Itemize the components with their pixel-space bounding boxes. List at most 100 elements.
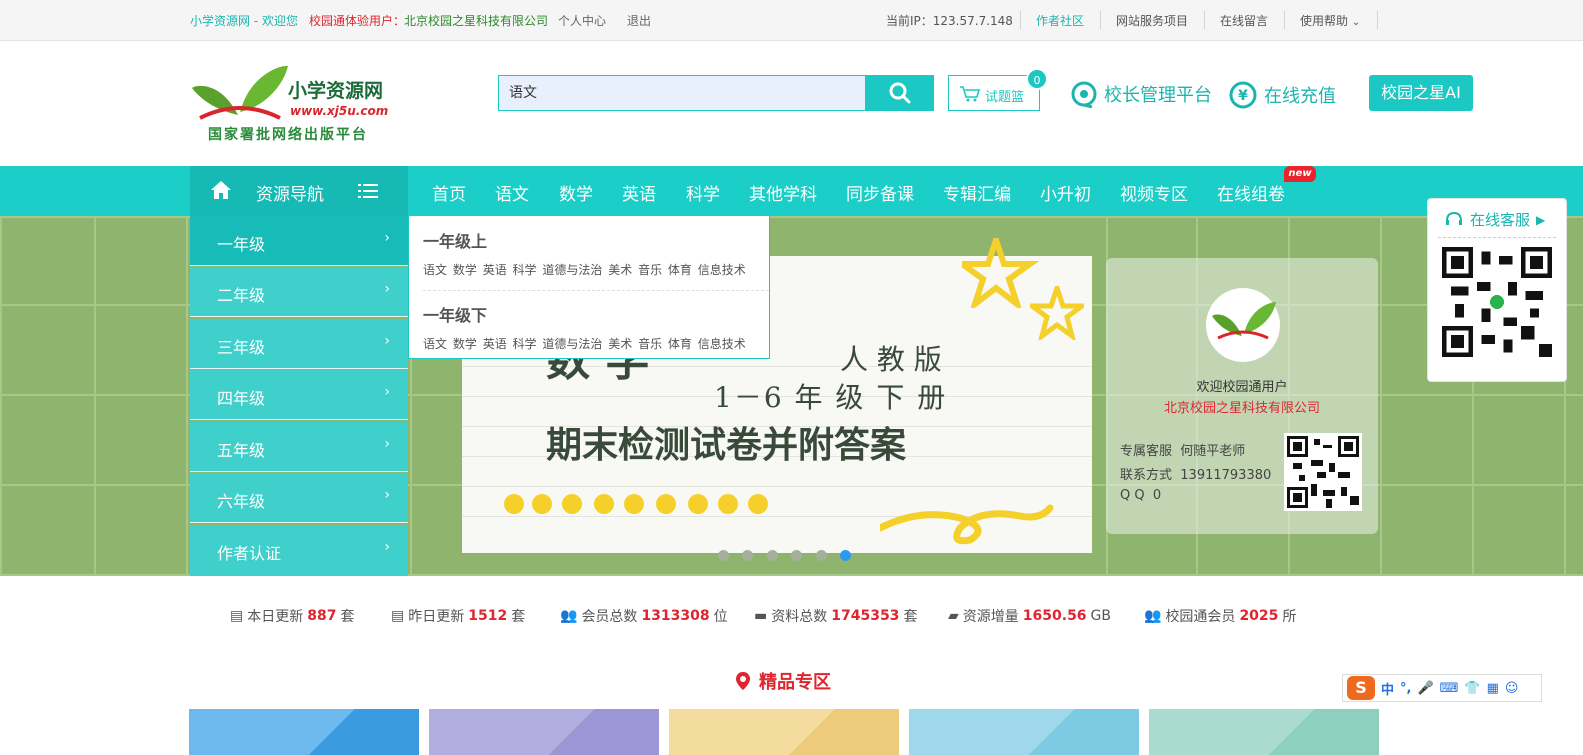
online-message-link[interactable]: 在线留言 (1220, 12, 1268, 29)
keyboard-icon[interactable]: ⌨ (1440, 681, 1459, 696)
carousel-dot-4[interactable] (791, 550, 802, 561)
grade-item-5[interactable]: 五年级 › (190, 422, 408, 472)
stat-resources: ▬ 资料总数 1745353 套 (754, 606, 917, 626)
featured-tile-1[interactable] (189, 709, 419, 755)
calendar-icon: ▤ (391, 608, 405, 624)
author-community-link[interactable]: 作者社区 (1036, 12, 1084, 29)
dropdown-subjects: 语文 数学 英语 科学 道德与法治 美术 音乐 体育 信息技术 (423, 261, 746, 278)
author-cert-item[interactable]: 作者认证 › (190, 525, 408, 576)
featured-tile-4[interactable] (909, 709, 1139, 755)
subject-link[interactable]: 体育 (668, 337, 692, 351)
carousel-dot-5[interactable] (816, 550, 827, 561)
subject-link[interactable]: 科学 (513, 337, 537, 351)
grade-menu: 一年级 › 二年级 › 三年级 › 四年级 › 五年级 › 六年级 › 作者认证 › (190, 216, 408, 576)
grade-item-3[interactable]: 三年级 › (190, 319, 408, 369)
featured-tile-2[interactable] (429, 709, 659, 755)
skin-icon[interactable]: 👕 (1464, 681, 1480, 696)
grade-dropdown: 一年级上 语文 数学 英语 科学 道德与法治 美术 音乐 体育 信息技术 一年级… (408, 216, 770, 359)
carousel-dot-3[interactable] (767, 550, 778, 561)
stat-value: 887 (307, 608, 337, 624)
grade-item-4[interactable]: 四年级 › (190, 370, 408, 420)
subject-link[interactable]: 道德与法治 (542, 263, 602, 277)
search-input[interactable]: 语文 (498, 75, 866, 111)
online-service-panel[interactable]: 在线客服 ▶ (1427, 198, 1567, 382)
headset-icon (1446, 211, 1462, 225)
grade-label: 一年级 (217, 235, 266, 254)
ime-mode[interactable]: 中 (1381, 679, 1394, 698)
grade-item-6[interactable]: 六年级 › (190, 473, 408, 523)
principal-platform-link[interactable]: 校长管理平台 (1070, 80, 1212, 108)
subject-link[interactable]: 美术 (608, 263, 632, 277)
qr-code-icon (1287, 436, 1359, 508)
subject-link[interactable]: 体育 (668, 263, 692, 277)
subject-link[interactable]: 数学 (453, 337, 477, 351)
subject-link[interactable]: 语文 (423, 337, 447, 351)
help-menu[interactable]: 使用帮助 ⌄ (1300, 12, 1360, 29)
chevron-right-icon: › (384, 487, 390, 503)
star-small-decoration (1030, 286, 1084, 340)
carousel-dot-6-active[interactable] (840, 550, 851, 561)
subject-link[interactable]: 数学 (453, 263, 477, 277)
microphone-icon[interactable]: 🎤 (1417, 681, 1433, 696)
users-icon: 👥 (560, 608, 578, 624)
nav-chinese[interactable]: 语文 (495, 180, 529, 205)
featured-tile-5[interactable] (1149, 709, 1379, 755)
mascot-icon[interactable]: ☺ (1505, 681, 1519, 696)
chevron-right-icon: › (384, 230, 390, 246)
subject-link[interactable]: 信息技术 (698, 263, 746, 277)
subject-link[interactable]: 音乐 (638, 337, 662, 351)
carousel-dot-1[interactable] (718, 550, 729, 561)
banner-edition: 人 教 版 (840, 343, 942, 376)
qq-label: Q Q (1120, 488, 1145, 503)
subject-link[interactable]: 英语 (483, 337, 507, 351)
nav-math[interactable]: 数学 (559, 180, 593, 205)
nav-english[interactable]: 英语 (622, 180, 656, 205)
nav-albums[interactable]: 专辑汇编 (943, 180, 1011, 205)
featured-tile-3[interactable] (669, 709, 899, 755)
nav-home[interactable]: 首页 (432, 180, 466, 205)
grade-label: 五年级 (217, 441, 266, 460)
grade-item-2[interactable]: 二年级 › (190, 267, 408, 317)
cart-icon (960, 86, 981, 102)
welcome-org: 北京校园之星科技有限公司 (1163, 401, 1320, 416)
subject-link[interactable]: 道德与法治 (542, 337, 602, 351)
carousel-dot-2[interactable] (742, 550, 753, 561)
nav-sync-prep[interactable]: 同步备课 (846, 180, 914, 205)
punctuation-icon[interactable]: °, (1400, 681, 1411, 696)
subject-link[interactable]: 信息技术 (698, 337, 746, 351)
welcome-greeting: 欢迎校园通用户 (1196, 380, 1288, 395)
stat-unit: 位 (713, 609, 728, 625)
logo-title: 小学资源网 (288, 80, 384, 102)
service-items-link[interactable]: 网站服务项目 (1116, 12, 1188, 29)
ime-toolbar[interactable]: S 中 °, 🎤 ⌨ 👕 ▦ ☺ (1342, 674, 1542, 702)
subject-link[interactable]: 音乐 (638, 263, 662, 277)
resource-nav-button[interactable]: 资源导航 (190, 166, 408, 216)
nav-online-paper[interactable]: 在线组卷 (1217, 180, 1285, 205)
chevron-right-icon: › (384, 436, 390, 452)
nav-science[interactable]: 科学 (686, 180, 720, 205)
grid-icon[interactable]: ▦ (1487, 681, 1499, 696)
subject-link[interactable]: 语文 (423, 263, 447, 277)
logout-link[interactable]: 退出 (627, 12, 651, 29)
nav-primary-to-middle[interactable]: 小升初 (1040, 180, 1091, 205)
service-label: 在线客服 (1470, 211, 1531, 229)
personal-center-link[interactable]: 个人中心 (558, 12, 606, 29)
search-button[interactable] (866, 75, 934, 111)
recharge-link[interactable]: ¥ 在线充值 (1228, 80, 1336, 110)
dropdown-section-title: 一年级上 (423, 232, 488, 251)
grade-item-1[interactable]: 一年级 › (190, 216, 408, 266)
site-logo[interactable]: 小学资源网 www.xj5u.com 国家署批网络出版平台 (190, 60, 405, 150)
grade-label: 二年级 (217, 286, 266, 305)
subject-link[interactable]: 美术 (608, 337, 632, 351)
stat-schools: 👥 校园通会员 2025 所 (1144, 606, 1296, 626)
subject-link[interactable]: 英语 (483, 263, 507, 277)
welcome-card: 欢迎校园通用户 北京校园之星科技有限公司 专属客服 何随平老师 联系方式 139… (1106, 258, 1378, 534)
drive-icon: ▬ (754, 608, 768, 624)
nav-video[interactable]: 视频专区 (1120, 180, 1188, 205)
ai-button[interactable]: 校园之星AI (1369, 75, 1473, 111)
nav-other-subjects[interactable]: 其他学科 (749, 180, 817, 205)
subject-link[interactable]: 科学 (513, 263, 537, 277)
dropdown-section-title: 一年级下 (423, 306, 488, 325)
grade-label: 四年级 (217, 389, 266, 408)
trial-user-prefix: 校园通体验用户： (309, 14, 406, 28)
